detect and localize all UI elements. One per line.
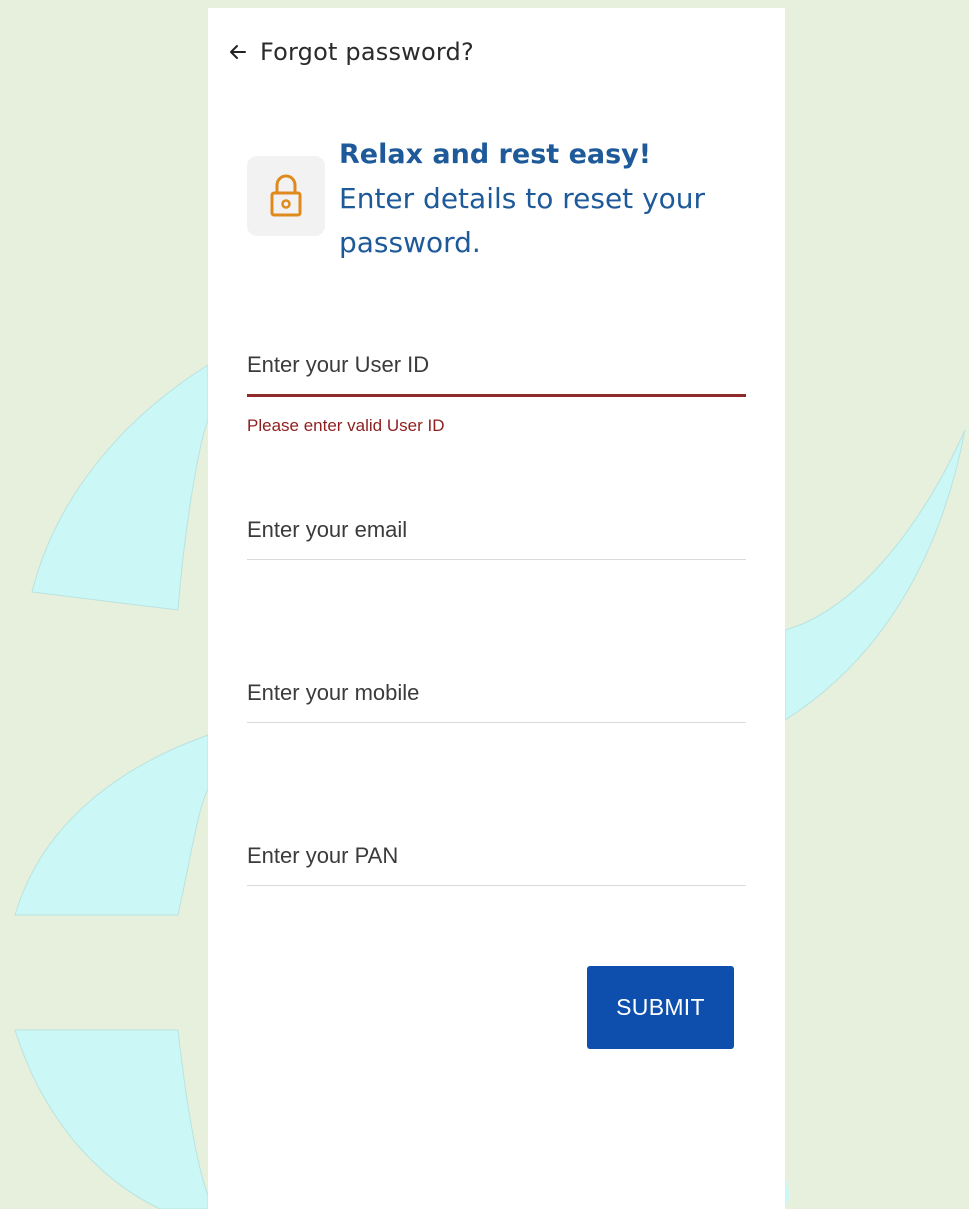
decor-arc-upper-left [31, 364, 209, 611]
forgot-password-panel: Forgot password? Relax and rest easy! En… [208, 8, 785, 1209]
lock-icon-box [247, 156, 325, 236]
header: Forgot password? [228, 34, 474, 70]
decor-arc-middle-left [14, 734, 209, 916]
decor-arc-right [784, 429, 966, 721]
hero-message: Relax and rest easy! Enter details to re… [339, 133, 759, 265]
page-title: Forgot password? [260, 38, 474, 66]
decor-arc-right-bottom [785, 1175, 790, 1209]
pan-input[interactable] [247, 843, 746, 886]
hero-title: Relax and rest easy! [339, 139, 652, 170]
mobile-field-wrapper [247, 680, 746, 723]
decor-arc-lower-left [14, 1029, 209, 1209]
email-input[interactable] [247, 517, 746, 560]
user-id-field-wrapper [247, 352, 746, 397]
submit-button[interactable]: SUBMIT [587, 966, 734, 1049]
email-field-wrapper [247, 517, 746, 560]
hero-subtitle: Enter details to reset your password. [339, 182, 706, 259]
pan-field-wrapper [247, 843, 746, 886]
user-id-error-message: Please enter valid User ID [247, 416, 445, 435]
mobile-input[interactable] [247, 680, 746, 723]
user-id-input[interactable] [247, 352, 746, 397]
lock-icon [270, 174, 302, 217]
arrow-left-icon[interactable] [228, 42, 248, 62]
